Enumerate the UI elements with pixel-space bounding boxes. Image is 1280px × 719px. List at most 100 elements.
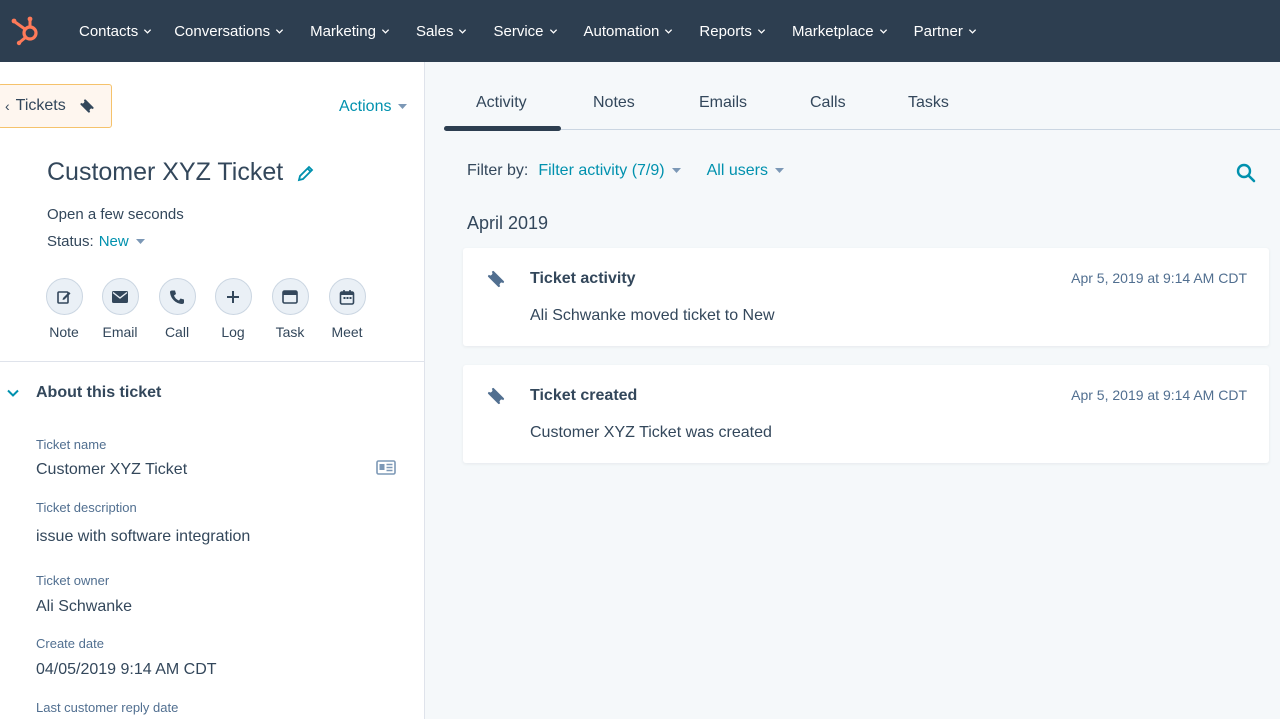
property-value-ticket-owner[interactable]: Ali Schwanke — [36, 598, 132, 616]
about-section-title: About this ticket — [36, 384, 162, 401]
top-navigation: Contacts Conversations Marketing Sales Servi… — [0, 0, 1280, 62]
chevron-down-icon — [275, 28, 284, 34]
quick-action-label: Task — [275, 324, 305, 340]
ticket-icon — [80, 99, 94, 113]
caret-down-icon — [398, 104, 408, 109]
activity-body: Ali Schwanke moved ticket to New — [530, 307, 775, 324]
nav-item-contacts[interactable]: Contacts — [79, 23, 152, 40]
nav-item-service[interactable]: Service — [493, 23, 557, 40]
ticket-status: Status: New — [47, 233, 145, 250]
property-label: Last customer reply date — [36, 700, 179, 715]
ticket-sidebar: ‹ Tickets Actions Customer XYZ Ticket Op… — [0, 62, 425, 719]
search-icon[interactable] — [1236, 163, 1256, 183]
property-value-ticket-name[interactable]: Customer XYZ Ticket — [36, 461, 187, 479]
actions-dropdown[interactable]: Actions — [339, 98, 408, 116]
phone-icon — [158, 278, 196, 315]
nav-item-label: Partner — [913, 22, 963, 40]
nav-item-label: Service — [493, 22, 544, 40]
edit-icon — [45, 278, 83, 315]
back-button-label: Tickets — [15, 97, 66, 114]
chevron-down-icon — [757, 28, 766, 34]
caret-down-icon — [135, 238, 145, 244]
chevron-down-icon — [7, 389, 19, 397]
hubspot-logo[interactable] — [10, 14, 42, 46]
about-section-toggle[interactable]: About this ticket — [6, 384, 161, 402]
nav-item-label: Conversations — [174, 22, 271, 40]
ticket-title: Customer XYZ Ticket — [47, 158, 284, 186]
chevron-down-icon — [144, 28, 152, 34]
quick-action-label: Call — [164, 324, 190, 340]
filter-users-dropdown[interactable]: All users — [707, 162, 784, 180]
filter-activity-dropdown[interactable]: Filter activity (7/9) — [538, 162, 681, 180]
activity-card[interactable]: Ticket created Apr 5, 2019 at 9:14 AM CD… — [463, 365, 1269, 463]
status-value-dropdown[interactable]: New — [99, 233, 129, 250]
property-value-ticket-description[interactable]: issue with software integration — [36, 528, 250, 546]
pencil-icon[interactable] — [297, 164, 315, 182]
activity-card[interactable]: Ticket activity Apr 5, 2019 at 9:14 AM C… — [463, 248, 1269, 346]
caret-down-icon — [671, 168, 681, 173]
property-label: Ticket owner — [36, 573, 110, 588]
ticket-icon — [487, 270, 505, 288]
activity-title: Ticket created — [530, 387, 638, 404]
tab-tasks[interactable]: Tasks — [908, 94, 949, 112]
actions-label: Actions — [339, 98, 392, 115]
nav-item-label: Contacts — [79, 22, 139, 40]
chevron-down-icon — [459, 28, 467, 34]
nav-item-automation[interactable]: Automation — [584, 23, 674, 40]
ticket-title-row: Customer XYZ Ticket — [47, 158, 315, 187]
property-label: Ticket name — [36, 437, 107, 452]
quick-action-call[interactable]: Call — [147, 278, 207, 340]
quick-action-label: Meet — [331, 324, 363, 340]
nav-item-label: Reports — [699, 22, 752, 40]
property-label: Create date — [36, 636, 104, 651]
tab-activity[interactable]: Activity — [476, 94, 527, 112]
chevron-down-icon — [665, 28, 673, 34]
details-card-icon[interactable] — [376, 460, 396, 475]
envelope-icon — [101, 278, 139, 315]
month-heading: April 2019 — [467, 213, 549, 233]
chevron-down-icon — [381, 28, 390, 34]
quick-action-label: Email — [102, 324, 138, 340]
nav-item-marketing[interactable]: Marketing — [310, 23, 390, 40]
nav-item-label: Marketplace — [791, 22, 874, 40]
tab-calls[interactable]: Calls — [810, 94, 846, 112]
activity-title: Ticket activity — [530, 270, 636, 287]
ticket-open-time: Open a few seconds — [47, 206, 184, 223]
ticket-icon — [487, 387, 505, 405]
tab-notes[interactable]: Notes — [593, 94, 635, 112]
activity-tabs: Activity Notes Emails Calls Tasks — [444, 62, 1280, 131]
nav-item-label: Automation — [583, 22, 660, 40]
active-tab-indicator — [444, 126, 561, 131]
task-icon — [271, 278, 309, 315]
quick-action-log[interactable]: Log — [203, 278, 263, 340]
quick-action-note[interactable]: Note — [34, 278, 94, 340]
activity-body: Customer XYZ Ticket was created — [530, 424, 772, 441]
activity-panel: Activity Notes Emails Calls Tasks Filter… — [426, 62, 1280, 719]
nav-item-conversations[interactable]: Conversations — [174, 23, 284, 40]
nav-item-reports[interactable]: Reports — [699, 23, 766, 40]
chevron-down-icon — [879, 28, 887, 34]
nav-item-sales[interactable]: Sales — [416, 23, 468, 40]
filter-bar: Filter by: Filter activity (7/9) All use… — [467, 162, 784, 180]
activity-timestamp: Apr 5, 2019 at 9:14 AM CDT — [1071, 387, 1247, 403]
tab-emails[interactable]: Emails — [699, 94, 747, 112]
filter-users-label: All users — [706, 162, 768, 179]
quick-action-task[interactable]: Task — [260, 278, 320, 340]
quick-action-label: Log — [221, 324, 245, 340]
chevron-left-icon: ‹ — [5, 98, 10, 114]
nav-item-label: Marketing — [310, 22, 376, 40]
property-value-create-date[interactable]: 04/05/2019 9:14 AM CDT — [36, 661, 217, 679]
nav-item-label: Sales — [415, 22, 454, 40]
caret-down-icon — [774, 168, 784, 173]
filter-activity-label: Filter activity (7/9) — [538, 162, 665, 179]
activity-timestamp: Apr 5, 2019 at 9:14 AM CDT — [1071, 270, 1247, 286]
status-label: Status: — [47, 233, 94, 250]
quick-action-meet[interactable]: Meet — [317, 278, 377, 340]
calendar-icon — [328, 278, 366, 315]
nav-item-marketplace[interactable]: Marketplace — [792, 23, 888, 40]
back-to-tickets-button[interactable]: ‹ Tickets — [0, 84, 112, 128]
property-label: Ticket description — [36, 500, 137, 515]
quick-action-email[interactable]: Email — [90, 278, 150, 340]
nav-item-partner[interactable]: Partner — [914, 23, 977, 40]
filter-label: Filter by: — [467, 162, 529, 179]
